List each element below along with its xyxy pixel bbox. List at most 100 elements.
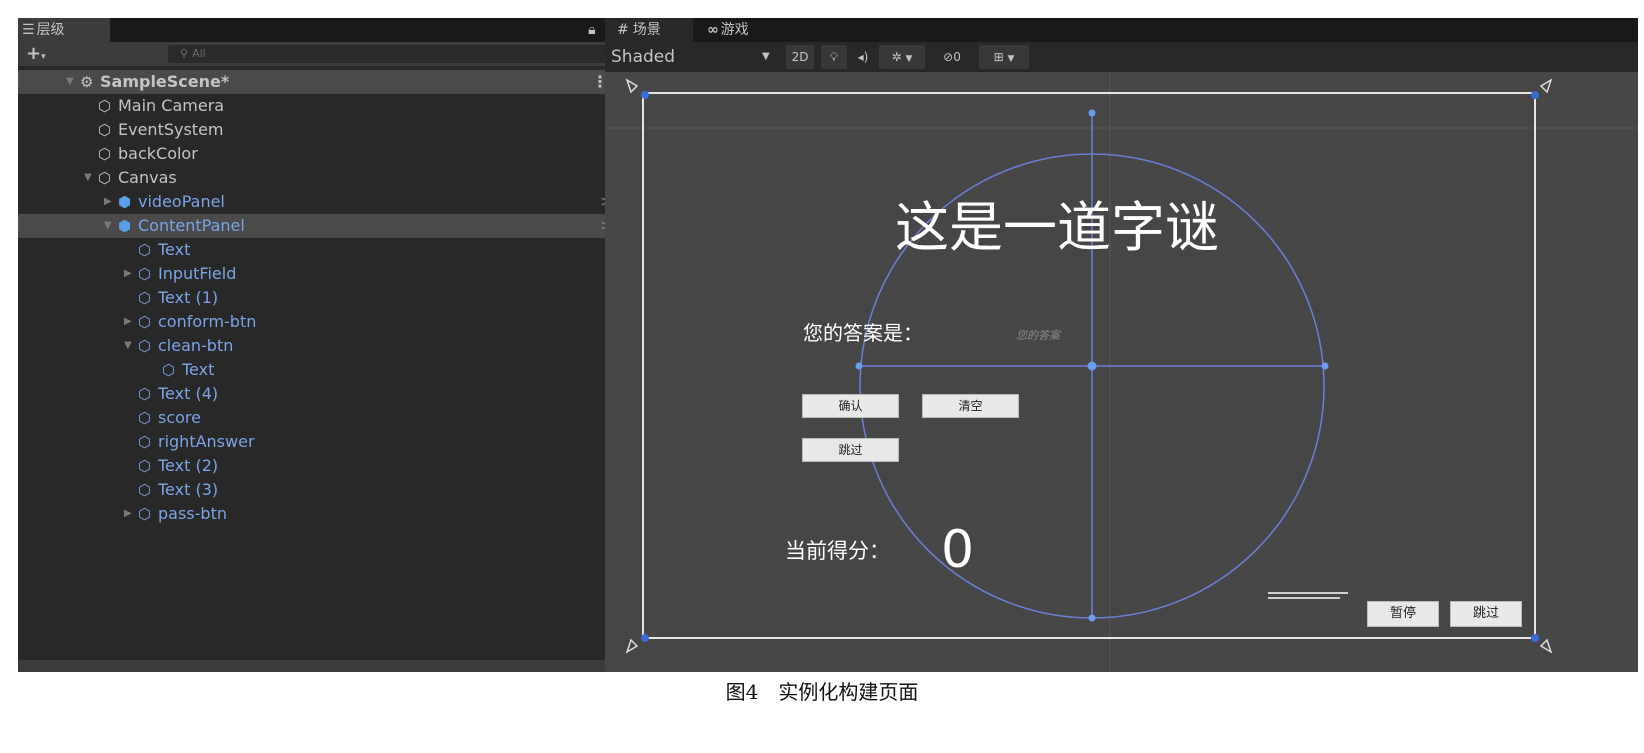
search-icon: ⚲ bbox=[180, 47, 189, 60]
hierarchy-tab[interactable]: ☰ 层级 bbox=[18, 18, 110, 42]
score-label: 当前得分： bbox=[785, 539, 890, 563]
lighting-toggle-button[interactable]: 💡︎ bbox=[821, 45, 847, 69]
gizmo-handle[interactable] bbox=[1321, 362, 1329, 370]
hierarchy-item[interactable]: ▼ ⬡ Canvas bbox=[18, 166, 620, 190]
effects-dropdown-button[interactable]: ✲ ▼ bbox=[879, 45, 925, 69]
collapse-arrow-icon[interactable]: ▶ bbox=[104, 190, 112, 214]
hierarchy-item-label: ContentPanel bbox=[138, 216, 245, 235]
project-console-tab-bar bbox=[18, 660, 620, 672]
expand-arrow-icon[interactable]: ▼ bbox=[66, 70, 74, 94]
gameobject-cube-icon: ⬡ bbox=[138, 505, 152, 523]
tab-scene[interactable]: # 场景 bbox=[605, 18, 693, 42]
hierarchy-item[interactable]: ⬡ Text (1) bbox=[18, 286, 620, 310]
expand-arrow-icon[interactable]: ▼ bbox=[124, 334, 132, 358]
search-placeholder: All bbox=[192, 47, 206, 60]
hierarchy-item[interactable]: ⬡ backColor bbox=[18, 142, 620, 166]
hierarchy-item-scene[interactable]: ▼ ⚙ SampleScene* ⋮ bbox=[18, 70, 620, 94]
scene-visibility-button[interactable]: ⊘0 bbox=[931, 45, 973, 69]
hierarchy-tab-bar: ☰层级 🔒︎ ⋮ bbox=[18, 18, 620, 42]
hierarchy-item-label: conform-btn bbox=[158, 312, 257, 331]
pause-button[interactable]: 暂停 bbox=[1367, 601, 1439, 627]
scene-gizmos bbox=[605, 72, 1638, 672]
toggle-2d-button[interactable]: 2D bbox=[786, 45, 814, 69]
hierarchy-item[interactable]: ⬡ Text bbox=[18, 238, 620, 262]
prefab-cube-icon: ⬢ bbox=[118, 193, 132, 211]
score-value: 0 bbox=[941, 520, 975, 580]
hierarchy-item-label: Text (4) bbox=[158, 384, 219, 403]
audio-toggle-button[interactable]: ◂) bbox=[851, 45, 875, 69]
grid-icon: # bbox=[617, 22, 629, 38]
hierarchy-item-label: Text (3) bbox=[158, 480, 219, 499]
gizmo-grid-icon: ⊞ bbox=[993, 50, 1004, 64]
hierarchy-item[interactable]: ▶ ⬢ videoPanel > bbox=[18, 190, 620, 214]
gameobject-cube-icon: ⬡ bbox=[162, 361, 176, 379]
canvas-corner-handle[interactable] bbox=[641, 634, 649, 642]
canvas-corner-handle[interactable] bbox=[641, 91, 649, 99]
gameobject-cube-icon: ⬡ bbox=[138, 241, 152, 259]
gameobject-cube-icon: ⬡ bbox=[138, 385, 152, 403]
confirm-button[interactable]: 确认 bbox=[802, 394, 899, 418]
hierarchy-item[interactable]: ⬡ score bbox=[18, 406, 620, 430]
hierarchy-search-input[interactable]: ⚲ All bbox=[168, 45, 608, 63]
hierarchy-item[interactable]: ⬡ EventSystem bbox=[18, 118, 620, 142]
gizmo-handle[interactable] bbox=[855, 362, 863, 370]
gameobject-cube-icon: ⬡ bbox=[138, 457, 152, 475]
lock-icon[interactable]: 🔒︎ bbox=[588, 22, 595, 38]
expand-arrow-icon[interactable]: ▼ bbox=[104, 214, 112, 238]
gizmo-center-handle[interactable] bbox=[1087, 361, 1097, 371]
chevron-down-icon: ▼ bbox=[1007, 54, 1015, 64]
collapse-arrow-icon[interactable]: ▶ bbox=[124, 310, 132, 334]
chevron-down-icon[interactable]: ▼ bbox=[762, 42, 770, 72]
gizmo-handle[interactable] bbox=[1088, 109, 1096, 117]
gizmos-dropdown-button[interactable]: ⊞ ▼ bbox=[979, 45, 1029, 69]
hierarchy-item[interactable]: ⬡ Text (4) bbox=[18, 382, 620, 406]
gamepad-icon: ∞ bbox=[707, 22, 719, 38]
tab-game[interactable]: ∞ 游戏 bbox=[701, 18, 781, 42]
add-object-button[interactable]: +▾ bbox=[26, 42, 46, 69]
scene-tab-bar: # 场景 ∞ 游戏 bbox=[605, 18, 1638, 42]
hierarchy-item-label: Canvas bbox=[118, 168, 177, 187]
skip-button[interactable]: 跳过 bbox=[802, 438, 899, 462]
scene-toolbar: Shaded ▼ 2D 💡︎ ◂) ✲ ▼ ⊘0 ⊞ ▼ bbox=[605, 42, 1638, 72]
anchor-triangle-icon[interactable] bbox=[1539, 78, 1553, 94]
hierarchy-item-label: clean-btn bbox=[158, 336, 234, 355]
hierarchy-item[interactable]: ▼ ⬢ ContentPanel > bbox=[18, 214, 620, 238]
hierarchy-item-label: Text bbox=[158, 240, 191, 259]
hierarchy-item[interactable]: ⬡ Text bbox=[18, 358, 620, 382]
hierarchy-item-label: EventSystem bbox=[118, 120, 224, 139]
anchor-triangle-icon[interactable] bbox=[1539, 638, 1553, 654]
collapse-arrow-icon[interactable]: ▶ bbox=[124, 502, 132, 526]
unity-editor-screenshot: ☰层级 🔒︎ ⋮ +▾ ⚲All ▼ ⚙ SampleScene* ⋮ ⬡ Ma… bbox=[18, 18, 1638, 672]
gameobject-cube-icon: ⬡ bbox=[98, 145, 112, 163]
hierarchy-item[interactable]: ⬡ rightAnswer bbox=[18, 430, 620, 454]
hierarchy-item[interactable]: ⬡ Text (3) bbox=[18, 478, 620, 502]
shading-mode-dropdown[interactable]: Shaded bbox=[611, 42, 675, 72]
skip-button-bottom[interactable]: 跳过 bbox=[1450, 601, 1522, 627]
anchor-triangle-icon[interactable] bbox=[625, 78, 639, 94]
tiny-text-line bbox=[1268, 597, 1340, 599]
unity-scene-icon: ⚙ bbox=[80, 73, 94, 91]
hierarchy-item[interactable]: ⬡ Text (2) bbox=[18, 454, 620, 478]
hierarchy-item[interactable]: ▶ ⬡ pass-btn bbox=[18, 502, 620, 526]
hierarchy-item[interactable]: ▶ ⬡ conform-btn bbox=[18, 310, 620, 334]
canvas-corner-handle[interactable] bbox=[1531, 634, 1539, 642]
anchor-triangle-icon[interactable] bbox=[625, 638, 639, 654]
tab-game-label: 游戏 bbox=[720, 22, 749, 38]
hierarchy-item[interactable]: ⬡ Main Camera bbox=[18, 94, 620, 118]
hierarchy-tab-label: 层级 bbox=[36, 22, 65, 38]
hierarchy-item[interactable]: ▶ ⬡ InputField bbox=[18, 262, 620, 286]
expand-arrow-icon[interactable]: ▼ bbox=[84, 166, 92, 190]
collapse-arrow-icon[interactable]: ▶ bbox=[124, 262, 132, 286]
hidden-count: 0 bbox=[953, 50, 961, 64]
clear-button[interactable]: 清空 bbox=[922, 394, 1019, 418]
gizmo-handle[interactable] bbox=[1088, 614, 1096, 622]
answer-input-placeholder[interactable]: 您的答案 bbox=[1016, 329, 1060, 343]
scene-viewport[interactable]: 这是一道字谜 您的答案是： 您的答案 确认 清空 跳过 当前得分： 0 暂停 跳… bbox=[605, 72, 1638, 672]
canvas-corner-handle[interactable] bbox=[1531, 91, 1539, 99]
hierarchy-item[interactable]: ▼ ⬡ clean-btn bbox=[18, 334, 620, 358]
hierarchy-panel: ☰层级 🔒︎ ⋮ +▾ ⚲All ▼ ⚙ SampleScene* ⋮ ⬡ Ma… bbox=[18, 18, 620, 672]
hierarchy-item-label: pass-btn bbox=[158, 504, 227, 523]
gameobject-cube-icon: ⬡ bbox=[138, 337, 152, 355]
riddle-title: 这是一道字谜 bbox=[895, 196, 1219, 259]
hierarchy-item-label: Text (1) bbox=[158, 288, 219, 307]
